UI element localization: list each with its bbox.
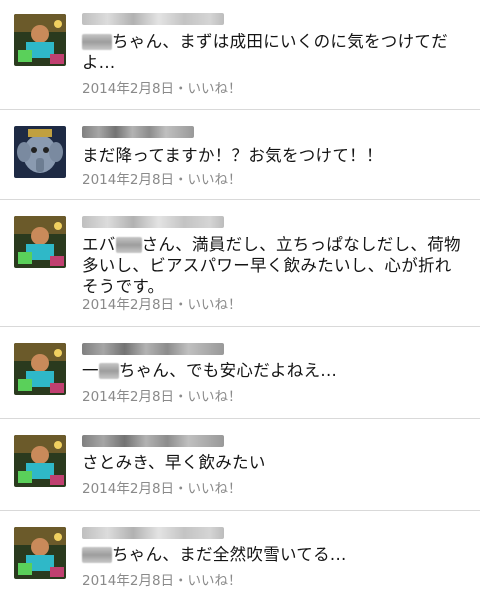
avatar[interactable] xyxy=(14,435,66,487)
comment-date: 2014年2月8日 xyxy=(82,573,175,589)
comment-meta: 2014年2月8日・いいね！ xyxy=(82,385,242,405)
redacted-name xyxy=(115,237,142,253)
comment-text-prefix: 一 xyxy=(82,361,99,380)
comment-text: エバ さん、満員だし、立ちっぱなしだし、荷物多いし、ビアスパワー早く飲みたいし、心… xyxy=(82,234,468,297)
meta-separator: ・ xyxy=(174,481,188,497)
avatar[interactable] xyxy=(14,216,66,268)
comment-item: ちゃん、まだ全然吹雪いてる... 2014年2月8日・いいね！ xyxy=(0,511,480,606)
avatar[interactable] xyxy=(14,527,66,579)
comment-date: 2014年2月8日 xyxy=(82,81,175,97)
avatar[interactable] xyxy=(14,343,66,395)
comment-item: まだ降ってますか！？お気をつけて！！ 2014年2月8日・いいね！ xyxy=(0,110,480,200)
avatar[interactable] xyxy=(14,14,66,66)
comment-date: 2014年2月8日 xyxy=(82,389,175,405)
comment-text-content: ちゃん、まだ全然吹雪いてる... xyxy=(112,545,347,564)
comment-meta: 2014年2月8日・いいね！ xyxy=(82,477,242,497)
comment-meta: 2014年2月8日・いいね！ xyxy=(82,293,242,313)
author-name-redacted[interactable] xyxy=(82,216,224,228)
comment-text-content: ちゃん、でも安心だよねえ... xyxy=(118,361,338,380)
like-link[interactable]: いいね！ xyxy=(188,81,242,97)
meta-separator: ・ xyxy=(174,81,188,97)
meta-separator: ・ xyxy=(174,297,188,313)
comment-text-content: ちゃん、まずは成田にいくのに気をつけてだよ... xyxy=(82,32,448,72)
comment-date: 2014年2月8日 xyxy=(82,297,175,313)
comment-meta: 2014年2月8日・いいね！ xyxy=(82,77,242,97)
comment-text: まだ降ってますか！？お気をつけて！！ xyxy=(82,146,383,165)
redacted-name xyxy=(82,547,112,563)
comment-text: さとみき、早く飲みたい xyxy=(82,453,266,472)
like-link[interactable]: いいね！ xyxy=(188,389,242,405)
avatar[interactable] xyxy=(14,126,66,178)
comment-item: エバ さん、満員だし、立ちっぱなしだし、荷物多いし、ビアスパワー早く飲みたいし、心… xyxy=(0,200,480,327)
comment-list: ちゃん、まずは成田にいくのに気をつけてだよ... 2014年2月8日・いいね！ … xyxy=(0,0,480,606)
redacted-name xyxy=(82,34,112,50)
comment-item: 一ちゃん、でも安心だよねえ... 2014年2月8日・いいね！ xyxy=(0,327,480,419)
meta-separator: ・ xyxy=(174,573,188,589)
comment-date: 2014年2月8日 xyxy=(82,481,175,497)
comment-date: 2014年2月8日 xyxy=(82,172,175,188)
like-link[interactable]: いいね！ xyxy=(188,297,242,313)
comment-item: さとみき、早く飲みたい 2014年2月8日・いいね！ xyxy=(0,419,480,511)
comment-text: ちゃん、まずは成田にいくのに気をつけてだよ... xyxy=(82,31,468,73)
comment-item: ちゃん、まずは成田にいくのに気をつけてだよ... 2014年2月8日・いいね！ xyxy=(0,0,480,110)
author-name-redacted[interactable] xyxy=(82,527,224,539)
author-name-redacted[interactable] xyxy=(82,13,224,25)
comment-text: ちゃん、まだ全然吹雪いてる... xyxy=(82,544,468,565)
meta-separator: ・ xyxy=(174,389,188,405)
author-name-redacted[interactable] xyxy=(82,435,224,447)
like-link[interactable]: いいね！ xyxy=(188,481,242,497)
comment-text: 一ちゃん、でも安心だよねえ... xyxy=(82,360,468,381)
author-name-redacted[interactable] xyxy=(82,343,224,355)
meta-separator: ・ xyxy=(174,172,188,188)
like-link[interactable]: いいね！ xyxy=(188,172,242,188)
like-link[interactable]: いいね！ xyxy=(188,573,242,589)
comment-meta: 2014年2月8日・いいね！ xyxy=(82,569,242,589)
redacted-name xyxy=(98,363,119,379)
comment-meta: 2014年2月8日・いいね！ xyxy=(82,168,242,188)
author-name-redacted[interactable] xyxy=(82,126,194,138)
comment-text-prefix: エバ xyxy=(82,235,116,254)
